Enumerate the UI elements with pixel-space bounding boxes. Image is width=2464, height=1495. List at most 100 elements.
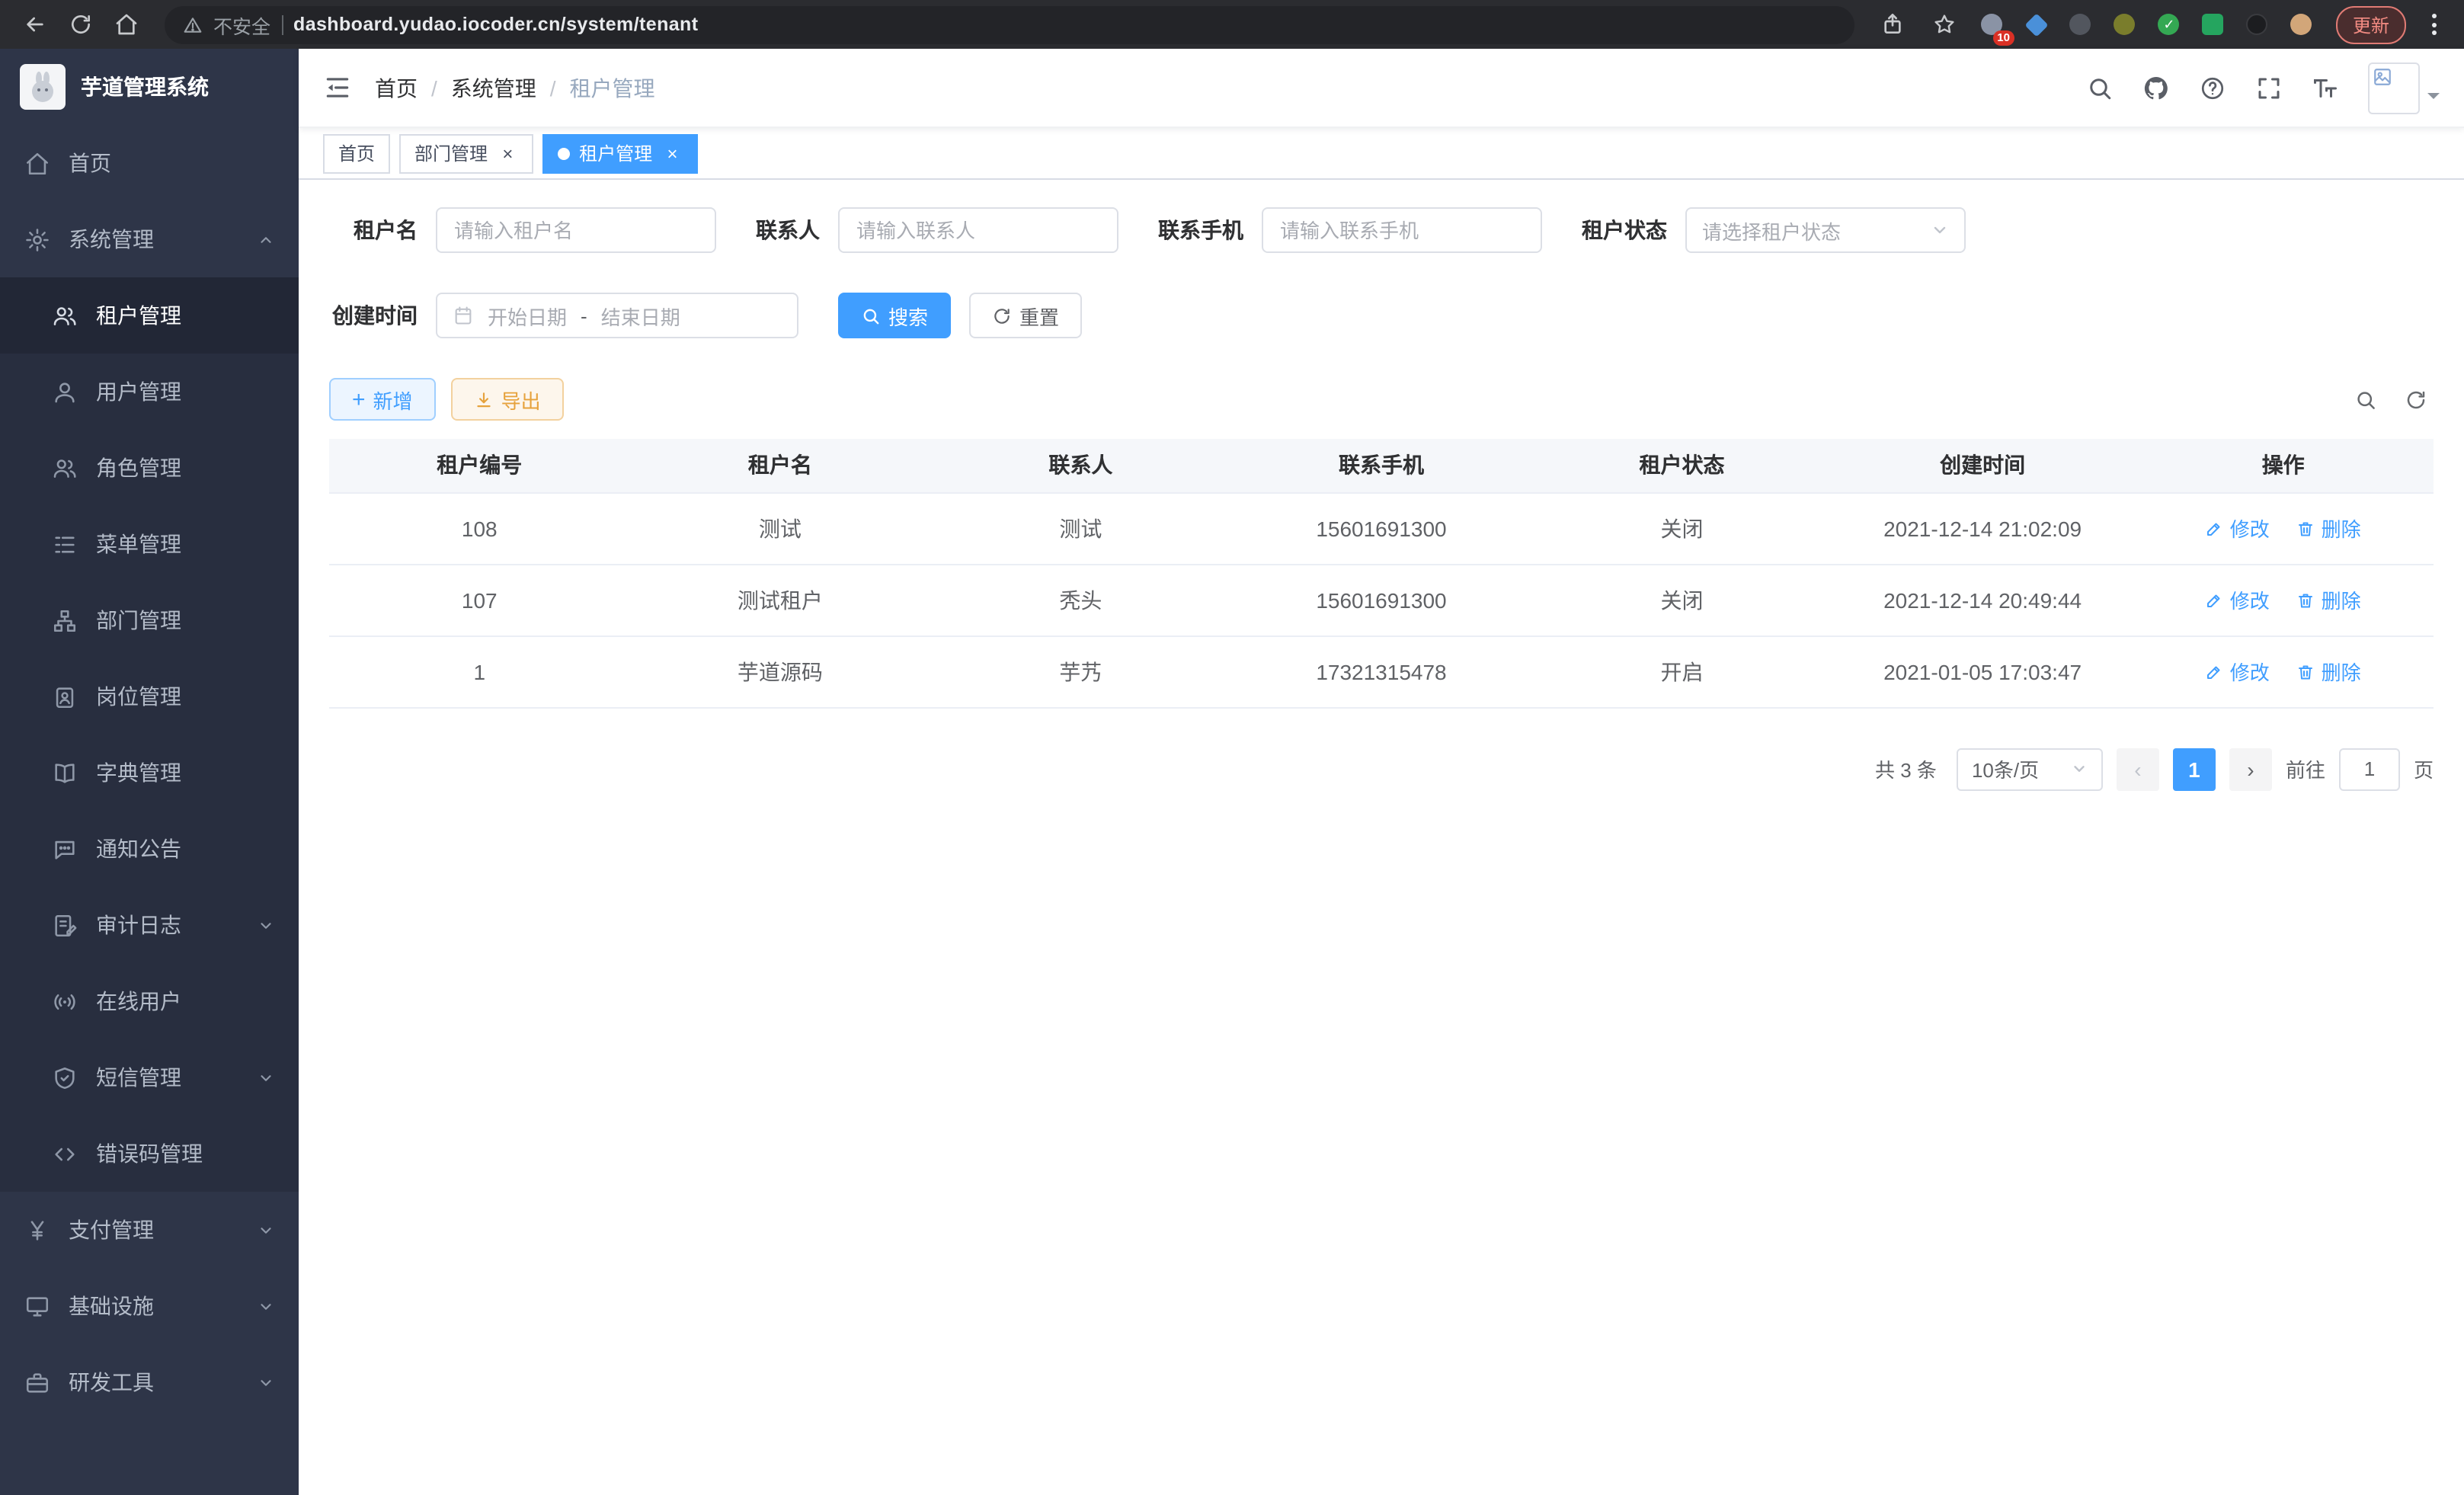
contact-input[interactable] — [838, 207, 1118, 253]
sidebar-item-home[interactable]: 首页 — [0, 125, 299, 201]
reset-button[interactable]: 重置 — [969, 293, 1082, 338]
search-icon[interactable] — [2086, 74, 2114, 101]
sidebar-item-payment[interactable]: 支付管理 — [0, 1192, 299, 1268]
goto-page-input[interactable] — [2339, 748, 2400, 790]
address-bar[interactable]: 不安全 dashboard.yudao.iocoder.cn/system/te… — [165, 5, 1854, 43]
sidebar-item-menu[interactable]: 菜单管理 — [0, 506, 299, 582]
sidebar-item-infrastructure[interactable]: 基础设施 — [0, 1268, 299, 1344]
user-avatar[interactable] — [2368, 62, 2440, 114]
create-time-range-picker[interactable]: 开始日期 - 结束日期 — [436, 293, 798, 338]
profile-avatar-icon[interactable] — [2286, 8, 2318, 40]
sidebar-item-dept[interactable]: 部门管理 — [0, 582, 299, 658]
column-header-created: 创建时间 — [1832, 439, 2133, 492]
sidebar-item-dict[interactable]: 字典管理 — [0, 735, 299, 811]
tab-home[interactable]: 首页 — [323, 133, 390, 173]
extension-icon[interactable] — [2109, 8, 2141, 40]
filter-phone: 联系手机 — [1158, 207, 1542, 253]
screen: 不安全 dashboard.yudao.iocoder.cn/system/te… — [0, 0, 2464, 1495]
cell-actions: 修改 删除 — [2133, 492, 2434, 564]
font-size-icon[interactable] — [2312, 74, 2339, 101]
close-icon[interactable]: × — [661, 142, 683, 164]
sidebar-item-label: 基础设施 — [69, 1291, 154, 1321]
github-icon[interactable] — [2142, 74, 2170, 101]
security-label[interactable]: 不安全 — [213, 10, 270, 39]
sidebar-item-devtools[interactable]: 研发工具 — [0, 1344, 299, 1420]
delete-button[interactable]: 删除 — [2297, 514, 2361, 543]
chevron-down-icon — [258, 1298, 274, 1314]
show-search-icon[interactable] — [2348, 382, 2383, 417]
sidebar: 芋道管理系统 首页 系统管理 租户管理 — [0, 49, 299, 1495]
fullscreen-icon[interactable] — [2255, 74, 2283, 101]
sidebar-item-post[interactable]: 岗位管理 — [0, 658, 299, 735]
edit-button[interactable]: 修改 — [2206, 585, 2270, 614]
phone-input[interactable] — [1262, 207, 1542, 253]
reload-icon[interactable] — [61, 5, 101, 44]
extension-icon[interactable]: ✓ — [2153, 8, 2185, 40]
browser-home-icon[interactable] — [107, 5, 146, 44]
users-icon — [52, 455, 78, 481]
help-icon[interactable] — [2199, 74, 2226, 101]
app-logo[interactable]: 芋道管理系统 — [0, 49, 299, 125]
edit-button[interactable]: 修改 — [2206, 657, 2270, 686]
gear-icon — [24, 226, 50, 252]
back-icon[interactable] — [15, 5, 55, 44]
extension-icon[interactable]: 10 — [1976, 8, 2008, 40]
url-text[interactable]: dashboard.yudao.iocoder.cn/system/tenant — [293, 14, 698, 35]
sidebar-item-label: 用户管理 — [96, 376, 181, 407]
add-button[interactable]: + 新增 — [329, 378, 436, 421]
edit-button[interactable]: 修改 — [2206, 514, 2270, 543]
sidebar-item-notice[interactable]: 通知公告 — [0, 811, 299, 887]
refresh-table-icon[interactable] — [2398, 382, 2434, 417]
sidebar-item-audit-log[interactable]: 审计日志 — [0, 887, 299, 963]
sidebar-item-system[interactable]: 系统管理 — [0, 201, 299, 277]
filter-row: 租户名 联系人 联系手机 租户状态 请选择租户状态 — [329, 207, 2434, 253]
extension-icon[interactable] — [2065, 8, 2097, 40]
extension-icon[interactable] — [2021, 8, 2053, 40]
delete-button[interactable]: 删除 — [2297, 585, 2361, 614]
sidebar-item-label: 支付管理 — [69, 1215, 154, 1245]
sidebar-item-role[interactable]: 角色管理 — [0, 430, 299, 506]
export-button[interactable]: 导出 — [451, 378, 564, 421]
prev-page-button[interactable]: ‹ — [2117, 748, 2159, 790]
sidebar-item-tenant[interactable]: 租户管理 — [0, 277, 299, 354]
sidebar-fold-icon[interactable] — [323, 73, 352, 102]
extension-icon[interactable] — [2197, 8, 2229, 40]
page-number-button[interactable]: 1 — [2173, 748, 2216, 790]
search-button[interactable]: 搜索 — [838, 293, 951, 338]
sidebar-item-error-code[interactable]: 错误码管理 — [0, 1116, 299, 1192]
delete-button[interactable]: 删除 — [2297, 657, 2361, 686]
chrome-update-button[interactable]: 更新 — [2336, 5, 2406, 43]
book-icon — [52, 760, 78, 786]
extension-icon[interactable] — [2242, 8, 2274, 40]
next-page-button[interactable]: › — [2229, 748, 2272, 790]
phone-label: 联系手机 — [1158, 215, 1262, 245]
chevron-up-icon — [258, 231, 274, 248]
tenant-name-input[interactable] — [436, 207, 716, 253]
tab-dept-management[interactable]: 部门管理 × — [399, 133, 533, 173]
chevron-down-icon — [258, 917, 274, 933]
delete-label: 删除 — [2322, 585, 2361, 614]
extension-glyph — [2114, 14, 2136, 35]
sidebar-item-label: 租户管理 — [96, 300, 181, 331]
tab-tenant-management[interactable]: 租户管理 × — [542, 133, 698, 173]
sidebar-item-online-users[interactable]: 在线用户 — [0, 963, 299, 1039]
cell-phone: 15601691300 — [1231, 564, 1532, 635]
edit-icon — [2206, 519, 2224, 537]
edit-icon — [2206, 662, 2224, 680]
breadcrumb-separator: / — [431, 75, 437, 100]
menu-kebab-icon[interactable] — [2418, 8, 2449, 41]
close-icon[interactable]: × — [497, 142, 518, 164]
page-unit-label: 页 — [2414, 754, 2434, 783]
page-size-select[interactable]: 10条/页 — [1957, 748, 2103, 790]
page-size-value: 10条/页 — [1972, 754, 2039, 783]
sidebar-item-sms[interactable]: 短信管理 — [0, 1039, 299, 1116]
check-glyph: ✓ — [2163, 18, 2174, 31]
breadcrumb-item[interactable]: 首页 — [375, 72, 418, 103]
tenant-status-select[interactable]: 请选择租户状态 — [1685, 207, 1966, 253]
bookmark-star-icon[interactable] — [1925, 5, 1964, 44]
navbar-actions — [2086, 62, 2440, 114]
sidebar-item-user[interactable]: 用户管理 — [0, 354, 299, 430]
tenant-table: 租户编号 租户名 联系人 联系手机 租户状态 创建时间 操作 108 测试 — [329, 439, 2434, 708]
share-icon[interactable] — [1873, 5, 1912, 44]
breadcrumb-item[interactable]: 系统管理 — [451, 72, 536, 103]
